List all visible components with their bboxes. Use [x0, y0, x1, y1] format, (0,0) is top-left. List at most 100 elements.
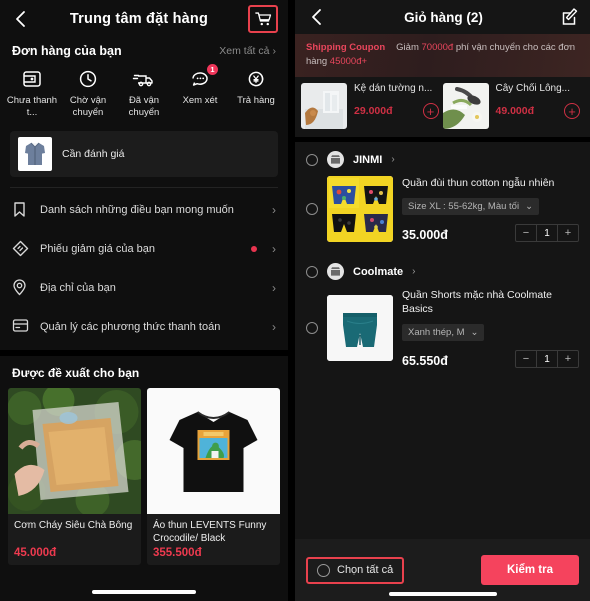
coupon-tag-label: Shipping Coupon — [306, 42, 386, 53]
view-all-orders-link[interactable]: Xem tất cả › — [219, 45, 276, 57]
suggestion-price: 49.000đ — [495, 105, 535, 117]
back-icon[interactable] — [306, 7, 326, 27]
cart-item-row: Quần Shorts mặc nhà Coolmate Basics Xanh… — [295, 284, 590, 380]
dual-phone-screenshot: Trung tâm đặt hàng Đơn hàng của bạn Xem … — [0, 0, 590, 601]
cart-item-bottom: 35.000đ − 1 + — [402, 224, 579, 242]
menu-item-label: Phiếu giảm giá của bạn — [40, 242, 155, 255]
suggestion-item[interactable]: Kệ dán tường n... 29.000đ + — [301, 83, 443, 129]
cart-suggestions-strip: Kệ dán tường n... 29.000đ + Cây Chổi Lôn… — [295, 77, 590, 137]
wall-shelf-photo — [301, 83, 347, 129]
menu-item-coupons[interactable]: Phiếu giảm giá của bạn › — [0, 229, 288, 268]
increase-quantity-button[interactable]: + — [558, 225, 578, 241]
suggestion-body: Kệ dán tường n... 29.000đ + — [354, 83, 439, 119]
cart-item-name: Quần đùi thun cotton ngẫu nhiên — [402, 177, 555, 189]
pending-review-card[interactable]: Cần đánh giá — [10, 131, 278, 177]
variant-selector[interactable]: Xanh thép, M ⌄ — [402, 324, 485, 341]
variant-selector[interactable]: Size XL : 55-62kg, Màu tối ⌄ — [402, 198, 540, 215]
yellow-boxer-shorts-photo[interactable] — [327, 176, 393, 242]
status-item-review[interactable]: 1 Xem xét — [172, 64, 228, 119]
chevron-down-icon: ⌄ — [470, 327, 479, 338]
duster-photo — [442, 83, 489, 129]
status-label: Trả hàng — [237, 95, 275, 106]
view-all-label: Xem tất cả — [219, 45, 270, 57]
suggestion-item[interactable]: Cây Chổi Lông... 49.000đ + — [442, 83, 585, 129]
product-price: 355.500đ — [153, 547, 202, 559]
cart-title: Giỏ hàng (2) — [404, 9, 483, 25]
shop-select-radio[interactable] — [306, 265, 318, 278]
suggestion-name: Cây Chổi Lông... — [495, 83, 571, 94]
select-all-radio[interactable] — [317, 563, 330, 577]
menu-item-wishlist[interactable]: Danh sách những điều bạn mong muốn › — [0, 190, 288, 229]
cart-shop-header: JINMI › — [295, 142, 590, 172]
bookmark-icon — [12, 201, 29, 218]
item-select-radio[interactable] — [306, 203, 318, 215]
shipping-coupon-banner[interactable]: Shipping Coupon Giảm 70000đ phí vận chuyể… — [295, 34, 590, 77]
menu-item-label: Danh sách những điều bạn mong muốn — [40, 203, 234, 216]
status-label: Xem xét — [182, 95, 218, 106]
truck-icon — [132, 68, 156, 90]
right-top-bar: Giỏ hàng (2) — [295, 0, 590, 34]
quantity-value: 1 — [536, 225, 558, 241]
item-select-radio[interactable] — [306, 322, 318, 334]
coupon-threshold: 45000đ+ — [329, 56, 368, 67]
chevron-right-icon: › — [272, 202, 276, 217]
coupon-tag-icon — [12, 240, 29, 257]
menu-item-addresses[interactable]: Địa chỉ của bạn › — [0, 268, 288, 307]
quantity-stepper: − 1 + — [515, 224, 579, 242]
shopping-cart-screen: Giỏ hàng (2) Shipping Coupon Giảm 70000đ … — [295, 0, 590, 601]
variant-label: Xanh thép, M — [408, 327, 465, 338]
cart-shop-header: Coolmate › — [295, 254, 590, 284]
rice-crackers-photo — [8, 388, 141, 514]
product-card[interactable]: Cơm Cháy Siêu Chà Bông 45.000đ — [8, 388, 141, 565]
chevron-right-icon: › — [272, 241, 276, 256]
select-all-label: Chọn tất cả — [337, 564, 394, 576]
status-item-return[interactable]: Trả hàng — [228, 68, 284, 119]
select-all-control[interactable]: Chọn tất cả — [306, 556, 405, 584]
store-icon — [327, 151, 344, 168]
checkout-button[interactable]: Kiểm tra — [480, 555, 579, 585]
chevron-right-icon: › — [391, 154, 395, 165]
clock-icon — [76, 68, 100, 90]
product-price: 45.000đ — [14, 547, 57, 559]
chat-bubble-icon: 1 — [188, 64, 218, 90]
product-name: Cơm Cháy Siêu Chà Bông — [14, 520, 133, 531]
coupon-amount: 70000đ — [421, 42, 454, 53]
shopping-cart-icon[interactable] — [248, 5, 278, 33]
shop-name[interactable]: Coolmate — [353, 266, 403, 278]
refund-icon — [244, 68, 268, 90]
coupon-text-before: Giảm — [396, 42, 422, 53]
plus-circle-icon[interactable]: + — [422, 103, 439, 119]
wallet-icon — [20, 68, 44, 90]
back-icon[interactable] — [10, 9, 30, 29]
orders-section-title: Đơn hàng của bạn — [12, 44, 122, 58]
cart-item-body: Quần đùi thun cotton ngẫu nhiên Size XL … — [402, 176, 579, 242]
left-top-bar: Trung tâm đặt hàng — [0, 0, 288, 38]
page-title: Trung tâm đặt hàng — [69, 11, 209, 27]
product-name: Áo thun LEVENTS Funny Crocodile/ Black — [153, 520, 267, 544]
cart-item-bottom: 65.550đ − 1 + — [402, 350, 579, 368]
home-indicator — [388, 592, 497, 596]
jacket-thumbnail — [18, 137, 52, 171]
product-card[interactable]: Áo thun LEVENTS Funny Crocodile/ Black 3… — [147, 388, 280, 565]
edit-pencil-icon[interactable] — [561, 8, 579, 26]
decrease-quantity-button[interactable]: − — [516, 351, 536, 367]
increase-quantity-button[interactable]: + — [558, 351, 578, 367]
suggestion-bottom: 49.000đ + — [495, 103, 580, 119]
status-badge: 1 — [207, 64, 218, 75]
decrease-quantity-button[interactable]: − — [516, 225, 536, 241]
plus-circle-icon[interactable]: + — [564, 103, 580, 119]
cart-item-body: Quần Shorts mặc nhà Coolmate Basics Xanh… — [402, 288, 579, 368]
menu-item-payment-methods[interactable]: Quản lý các phương thức thanh toán › — [0, 307, 288, 346]
suggestion-price: 29.000đ — [354, 105, 393, 117]
teal-shorts-photo[interactable] — [327, 295, 393, 361]
pending-review-label: Cần đánh giá — [62, 148, 125, 160]
status-item-shipped[interactable]: Đã vận chuyển — [116, 68, 172, 119]
notification-dot — [251, 245, 257, 252]
shop-select-radio[interactable] — [306, 153, 318, 166]
status-item-to-ship[interactable]: Chờ vận chuyển — [60, 68, 116, 119]
shop-name[interactable]: JINMI — [353, 154, 382, 166]
chevron-right-icon: › — [272, 45, 277, 57]
order-center-screen: Trung tâm đặt hàng Đơn hàng của bạn Xem … — [0, 0, 289, 601]
status-item-unpaid[interactable]: Chưa thanh t... — [4, 68, 60, 119]
location-pin-icon — [12, 279, 29, 296]
